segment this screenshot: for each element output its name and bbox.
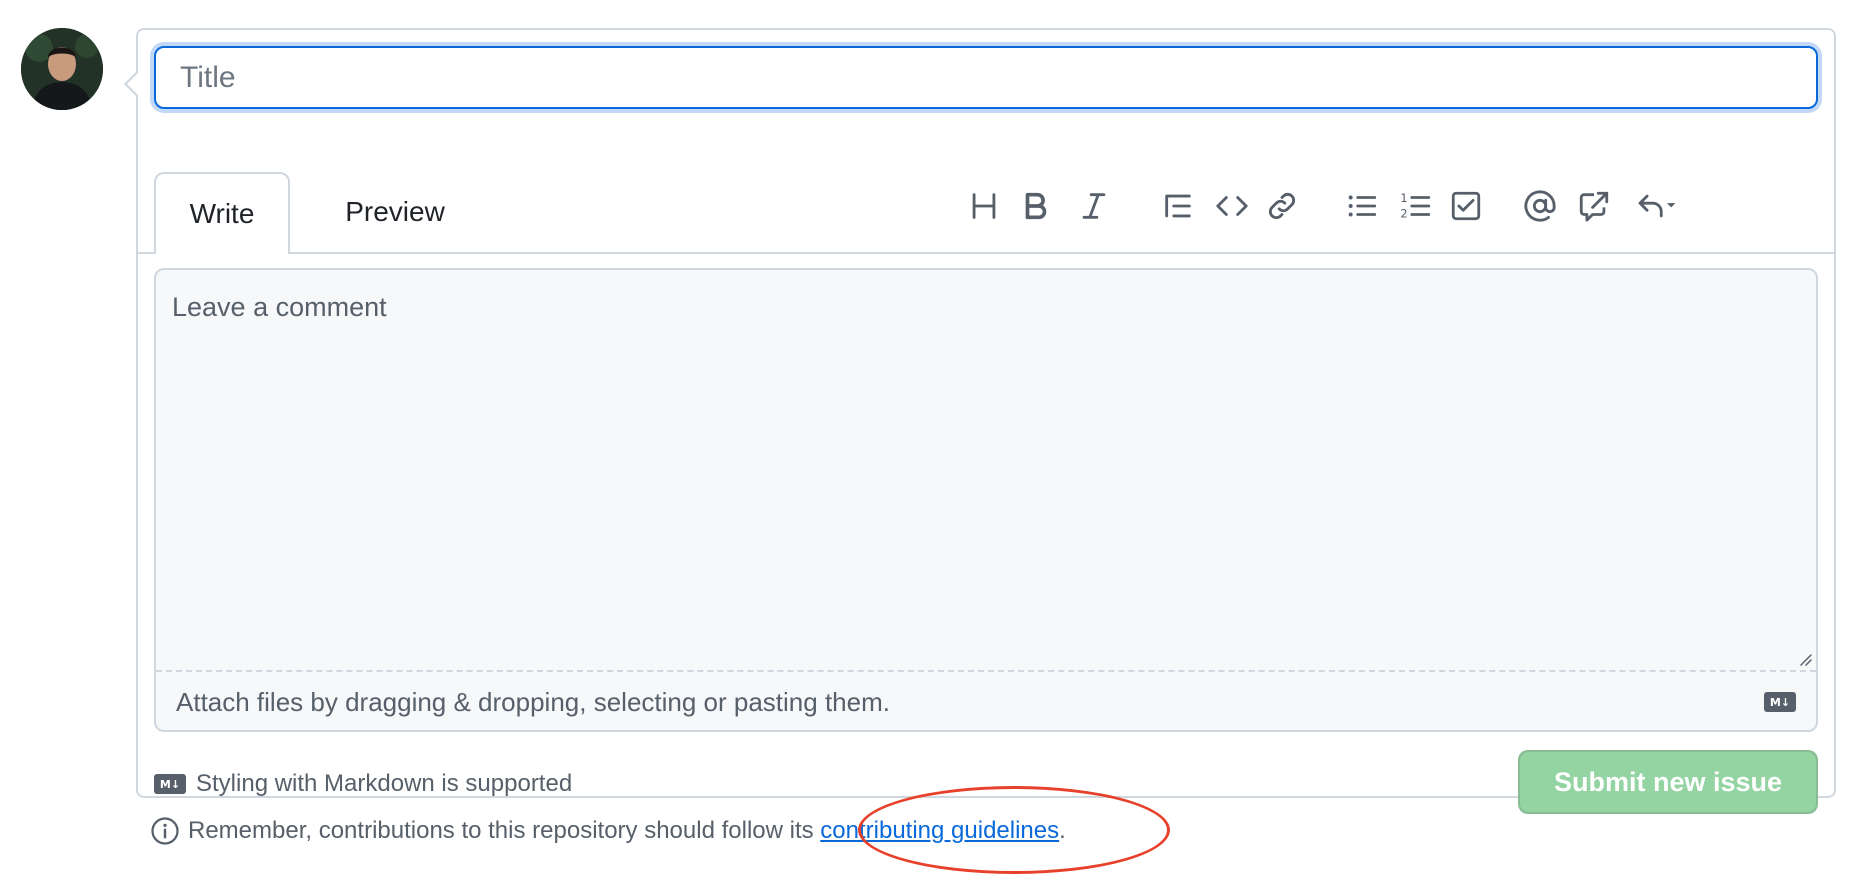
tab-preview[interactable]: Preview <box>320 172 470 252</box>
task-list-icon <box>1451 191 1481 221</box>
avatar-image <box>21 28 103 110</box>
task-list-button[interactable] <box>1444 184 1488 228</box>
link-icon <box>1268 192 1296 220</box>
editor-tabbar: Write Preview 1 2 <box>138 144 1834 254</box>
ordered-list-button[interactable]: 12 <box>1394 184 1438 228</box>
comment-box: Attach files by dragging & dropping, sel… <box>154 268 1818 732</box>
info-icon <box>151 817 179 845</box>
title-input[interactable] <box>154 46 1818 109</box>
attach-files-bar[interactable]: Attach files by dragging & dropping, sel… <box>156 670 1816 732</box>
italic-button[interactable] <box>1072 184 1116 228</box>
markdown-support-text: Styling with Markdown is supported <box>196 770 573 797</box>
link-button[interactable] <box>1260 184 1304 228</box>
unordered-list-button[interactable] <box>1340 184 1384 228</box>
resize-handle-icon[interactable] <box>1798 652 1812 666</box>
svg-text:2: 2 <box>1400 206 1407 220</box>
mention-icon <box>1524 190 1556 222</box>
reminder-text: Remember, contributions to this reposito… <box>188 817 821 844</box>
issue-form-card: Write Preview <box>124 28 1836 814</box>
cross-reference-button[interactable] <box>1572 184 1616 228</box>
reminder-suffix: . <box>1059 817 1066 844</box>
card-caret-inner <box>127 72 139 96</box>
avatar[interactable] <box>21 28 103 110</box>
attach-files-text: Attach files by dragging & dropping, sel… <box>176 686 890 717</box>
markdown-icon: M↓ <box>154 774 186 794</box>
comment-textarea[interactable] <box>156 270 1816 670</box>
contribution-reminder: Remember, contributions to this reposito… <box>150 816 1066 846</box>
bold-button[interactable] <box>1014 184 1058 228</box>
mention-button[interactable] <box>1518 184 1562 228</box>
italic-icon <box>1082 193 1106 219</box>
contributing-guidelines-link[interactable]: contributing guidelines <box>820 817 1059 844</box>
saved-replies-button[interactable] <box>1628 184 1686 228</box>
bold-icon <box>1025 192 1047 220</box>
tab-write[interactable]: Write <box>154 172 290 254</box>
submit-new-issue-button[interactable]: Submit new issue <box>1518 750 1818 814</box>
form-footer: M↓ Styling with Markdown is supported Su… <box>154 750 1818 816</box>
ordered-list-icon: 12 <box>1400 191 1431 220</box>
saved-replies-icon <box>1638 194 1676 218</box>
markdown-support-note[interactable]: M↓ Styling with Markdown is supported <box>154 770 572 798</box>
heading-button[interactable] <box>962 184 1006 228</box>
unordered-list-icon <box>1348 195 1377 217</box>
markdown-icon: M↓ <box>1764 692 1796 712</box>
heading-icon <box>972 193 996 219</box>
cross-reference-icon <box>1579 191 1609 222</box>
quote-button[interactable] <box>1156 184 1200 228</box>
svg-text:1: 1 <box>1400 191 1407 205</box>
code-icon <box>1216 196 1248 216</box>
code-button[interactable] <box>1210 184 1254 228</box>
quote-icon <box>1165 194 1191 218</box>
